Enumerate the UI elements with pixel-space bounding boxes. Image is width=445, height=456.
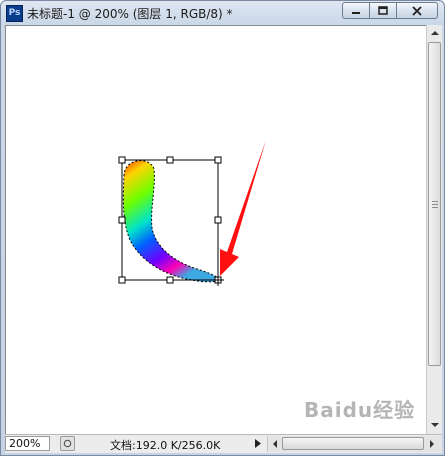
- horizontal-scrollbar[interactable]: [267, 436, 442, 452]
- baidu-watermark: Baidu经验 jingyan.baidu.com: [304, 394, 415, 429]
- handle-top-center[interactable]: [166, 156, 174, 164]
- triangle-up-icon: [430, 30, 439, 35]
- scroll-left-arrow[interactable]: [268, 436, 282, 451]
- status-bar: 200% 文档:192.0 K/256.0K: [5, 434, 442, 453]
- canvas-artwork: [118, 140, 266, 286]
- circle-icon: [63, 439, 72, 448]
- minimize-button[interactable]: [342, 2, 370, 19]
- minimize-icon: [352, 11, 360, 14]
- vertical-scrollbar[interactable]: [426, 25, 442, 434]
- handle-bottom-left[interactable]: [118, 276, 126, 284]
- horizontal-scroll-thumb[interactable]: [282, 437, 424, 450]
- scroll-up-arrow[interactable]: [427, 25, 442, 40]
- canvas[interactable]: [5, 25, 426, 434]
- title-bar[interactable]: Ps 未标题-1 @ 200% (图层 1, RGB/8) *: [1, 1, 444, 25]
- scroll-down-arrow[interactable]: [427, 417, 442, 432]
- scroll-grip: [432, 201, 438, 210]
- handle-top-left[interactable]: [118, 156, 126, 164]
- photoshop-app-icon: Ps: [6, 5, 23, 22]
- maximize-button[interactable]: [369, 2, 397, 19]
- triangle-right-icon: [255, 439, 261, 448]
- status-info-arrow[interactable]: [253, 437, 263, 450]
- document-size-info: 文档:192.0 K/256.0K: [110, 439, 221, 452]
- red-arrow-annotation: [220, 140, 266, 276]
- handle-bottom-center[interactable]: [166, 276, 174, 284]
- vertical-scroll-thumb[interactable]: [428, 42, 441, 366]
- document-window: Ps 未标题-1 @ 200% (图层 1, RGB/8) * 200% 文档:…: [0, 0, 445, 456]
- handle-middle-left[interactable]: [118, 216, 126, 224]
- handle-top-right[interactable]: [214, 156, 222, 164]
- triangle-left-icon: [273, 439, 277, 448]
- scroll-right-arrow[interactable]: [425, 436, 439, 451]
- maximize-icon: [378, 5, 388, 15]
- handle-middle-right[interactable]: [214, 216, 222, 224]
- watermark-url: jingyan.baidu.com: [328, 419, 412, 429]
- zoom-level-field[interactable]: 200%: [5, 436, 50, 451]
- close-button[interactable]: [396, 2, 438, 19]
- status-menu-button[interactable]: [60, 436, 75, 451]
- window-controls: [342, 2, 438, 20]
- triangle-right-icon: [430, 439, 434, 448]
- triangle-down-icon: [430, 422, 439, 427]
- close-icon: [412, 5, 422, 16]
- rainbow-brush-stroke: [123, 160, 220, 282]
- window-title: 未标题-1 @ 200% (图层 1, RGB/8) *: [27, 7, 233, 21]
